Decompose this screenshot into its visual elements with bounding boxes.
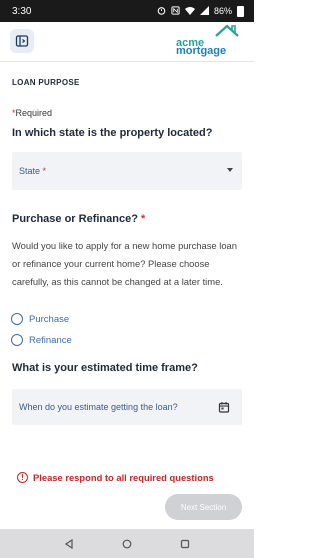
calendar-icon[interactable] <box>218 401 230 413</box>
purpose-description: Would you like to apply for a new home p… <box>12 240 237 287</box>
battery-icon <box>237 5 244 17</box>
chevron-down-icon <box>227 168 233 172</box>
recents-button[interactable] <box>175 534 195 554</box>
state-select-text: State <box>19 166 41 176</box>
state-select[interactable]: State * <box>12 152 242 190</box>
state-required-asterisk: * <box>42 166 47 176</box>
home-button[interactable] <box>117 534 137 554</box>
timeframe-question-label: What is your estimated time frame? <box>12 362 198 374</box>
next-section-button[interactable]: Next Section <box>165 494 242 520</box>
status-bar: 3:30 86% <box>0 0 254 22</box>
timeframe-date-input[interactable]: When do you estimate getting the loan? <box>12 389 242 425</box>
purchase-radio-label[interactable]: Purchase <box>29 314 69 325</box>
sidebar-toggle-icon <box>15 35 29 47</box>
nfc-icon <box>171 5 180 17</box>
purpose-required-asterisk: * <box>141 213 146 225</box>
logo-mortgage-text: mortgage <box>176 45 227 57</box>
purpose-question-text: Purchase or Refinance? <box>12 213 138 225</box>
required-note-text: Required <box>15 108 53 118</box>
purpose-question-label: Purchase or Refinance? * <box>12 213 145 225</box>
required-note: *Required <box>12 108 52 118</box>
alarm-icon <box>157 6 166 17</box>
wifi-icon <box>184 6 195 17</box>
error-icon: ! <box>17 472 28 483</box>
acme-mortgage-logo: acme mortgage <box>176 24 240 58</box>
android-nav-bar <box>0 529 254 558</box>
signal-icon <box>199 5 209 17</box>
status-time: 3:30 <box>12 5 32 17</box>
refinance-radio-option[interactable]: Refinance <box>11 334 72 346</box>
home-circle-icon <box>122 539 132 548</box>
validation-error: ! Please respond to all required questio… <box>17 472 214 483</box>
status-icons: 86% <box>157 5 244 17</box>
battery-percent: 86% <box>213 6 232 16</box>
timeframe-placeholder: When do you estimate getting the loan? <box>19 402 178 412</box>
purchase-radio-button[interactable] <box>11 313 23 325</box>
sidebar-toggle-button[interactable] <box>10 29 34 53</box>
refinance-radio-button[interactable] <box>11 334 23 346</box>
house-logo-icon <box>215 24 239 37</box>
state-question-label: In which state is the property located? <box>12 127 213 139</box>
state-select-label: State * <box>19 166 46 176</box>
back-triangle-icon <box>64 538 73 549</box>
app-header: acme mortgage <box>0 22 254 62</box>
error-message: Please respond to all required questions <box>33 472 214 483</box>
back-button[interactable] <box>59 534 79 554</box>
purchase-radio-option[interactable]: Purchase <box>11 313 69 325</box>
refinance-radio-label[interactable]: Refinance <box>29 335 72 346</box>
section-title: LOAN PURPOSE <box>12 78 80 87</box>
recents-square-icon <box>180 539 190 548</box>
